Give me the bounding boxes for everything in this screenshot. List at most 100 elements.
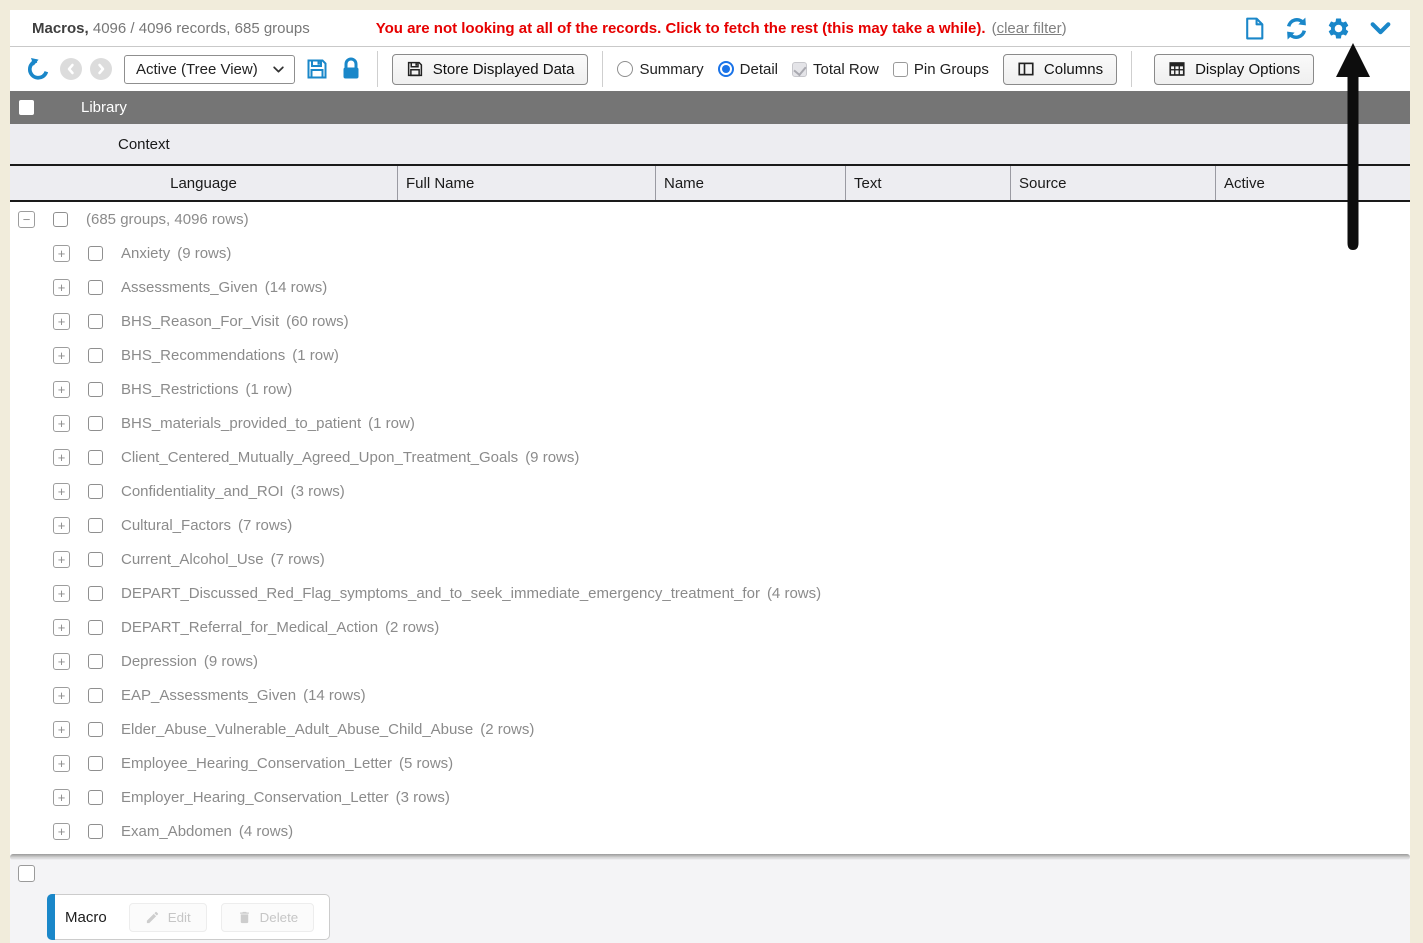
column-header-source[interactable]: Source [1010,166,1215,200]
toolbar-divider [377,51,378,87]
row-checkbox[interactable] [88,314,103,329]
tree-group-row: + Elder_Abuse_Vulnerable_Adult_Abuse_Chi… [10,712,1410,746]
save-icon[interactable] [305,57,329,81]
pencil-icon [145,910,160,925]
row-checkbox[interactable] [88,790,103,805]
fetch-warning-link[interactable]: You are not looking at all of the record… [376,20,986,37]
clear-filter-link[interactable]: (clear filter) [992,20,1067,37]
delete-button-label: Delete [260,910,299,925]
group-row-count: (7 rows) [271,551,325,568]
select-all-checkbox[interactable] [19,100,34,115]
save-icon [406,60,424,78]
display-options-button[interactable]: Display Options [1154,54,1314,85]
row-checkbox[interactable] [88,552,103,567]
view-select[interactable]: Active (Tree View) [124,55,295,84]
library-group-header: Library [10,91,1410,124]
expand-icon[interactable]: + [53,347,70,364]
column-header-text[interactable]: Text [845,166,1010,200]
row-checkbox[interactable] [88,688,103,703]
forward-icon[interactable] [90,58,112,80]
row-checkbox[interactable] [88,382,103,397]
expand-icon[interactable]: + [53,483,70,500]
column-header-language[interactable]: Language [10,166,397,200]
footer-checkbox[interactable] [18,865,35,882]
expand-icon[interactable]: + [53,721,70,738]
tree-group-row: + Depression (9 rows) [10,644,1410,678]
group-row-count: (1 row) [292,347,339,364]
row-checkbox[interactable] [88,450,103,465]
group-name: DEPART_Discussed_Red_Flag_symptoms_and_t… [121,585,760,602]
edit-button[interactable]: Edit [129,903,207,932]
checkbox-unchecked-icon [893,62,908,77]
row-checkbox[interactable] [88,586,103,601]
clear-filter-close: ) [1062,20,1067,37]
macros-grid-app: Macros, 4096 / 4096 records, 685 groups … [10,10,1410,933]
expand-icon[interactable]: + [53,279,70,296]
expand-icon[interactable]: + [53,313,70,330]
select-chevron-icon [272,63,285,76]
refresh-icon[interactable] [1283,15,1310,42]
lock-icon[interactable] [339,57,363,81]
record-count: 4096 / 4096 records, 685 groups [93,20,310,37]
edit-button-label: Edit [168,910,191,925]
group-name: Employee_Hearing_Conservation_Letter [121,755,392,772]
group-row-count: (7 rows) [238,517,292,534]
expand-icon[interactable]: + [53,449,70,466]
row-checkbox[interactable] [88,620,103,635]
macro-action-panel: Macro Edit Delete [47,894,330,940]
expand-icon[interactable]: + [53,823,70,840]
tree-group-row: + Client_Centered_Mutually_Agreed_Upon_T… [10,440,1410,474]
library-label: Library [81,99,127,116]
expand-icon[interactable]: + [53,381,70,398]
delete-button[interactable]: Delete [221,903,315,932]
group-row-count: (2 rows) [480,721,534,738]
columns-button[interactable]: Columns [1003,54,1117,85]
expand-icon[interactable]: + [53,755,70,772]
row-checkbox[interactable] [88,824,103,839]
row-checkbox[interactable] [88,348,103,363]
column-header-active[interactable]: Active [1215,166,1410,200]
expand-icon[interactable]: + [53,687,70,704]
back-icon[interactable] [60,58,82,80]
view-select-value: Active (Tree View) [136,61,258,78]
row-checkbox[interactable] [88,756,103,771]
summary-radio[interactable]: Summary [617,61,703,78]
expand-icon[interactable]: + [53,517,70,534]
tree-group-row: + BHS_Reason_For_Visit (60 rows) [10,304,1410,338]
row-checkbox[interactable] [88,484,103,499]
footer-panel: Macro Edit Delete [10,858,1410,943]
group-row-count: (4 rows) [239,823,293,840]
collapse-icon[interactable]: − [18,211,35,228]
group-row-count: (14 rows) [265,279,328,296]
detail-radio[interactable]: Detail [718,61,778,78]
group-name: Anxiety [121,245,170,262]
group-name: Client_Centered_Mutually_Agreed_Upon_Tre… [121,449,518,466]
row-checkbox[interactable] [88,654,103,669]
toolbar: Active (Tree View) Store Displayed Data … [10,47,1410,91]
expand-icon[interactable]: + [53,245,70,262]
row-checkbox[interactable] [88,722,103,737]
expand-icon[interactable]: + [53,789,70,806]
total-row-label: Total Row [813,61,879,78]
column-header-name[interactable]: Name [655,166,845,200]
new-document-icon[interactable] [1241,15,1268,42]
row-checkbox[interactable] [88,518,103,533]
pin-groups-checkbox[interactable]: Pin Groups [893,61,989,78]
group-name: BHS_Recommendations [121,347,285,364]
chevron-down-icon[interactable] [1367,15,1394,42]
gear-icon[interactable] [1325,15,1352,42]
undo-icon[interactable] [26,56,52,82]
store-displayed-data-button[interactable]: Store Displayed Data [392,54,589,85]
expand-icon[interactable]: + [53,653,70,670]
row-checkbox[interactable] [53,212,68,227]
columns-button-label: Columns [1044,61,1103,78]
expand-icon[interactable]: + [53,619,70,636]
expand-icon[interactable]: + [53,551,70,568]
column-header-full-name[interactable]: Full Name [397,166,655,200]
row-checkbox[interactable] [88,280,103,295]
total-row-checkbox[interactable]: Total Row [792,61,879,78]
expand-icon[interactable]: + [53,415,70,432]
row-checkbox[interactable] [88,246,103,261]
row-checkbox[interactable] [88,416,103,431]
expand-icon[interactable]: + [53,585,70,602]
